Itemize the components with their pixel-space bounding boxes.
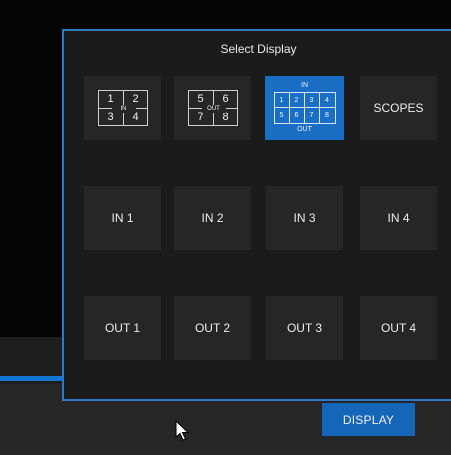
input-label: IN 4: [387, 211, 410, 225]
input-label: IN 3: [293, 211, 316, 225]
multiview-cell-label: 5: [275, 108, 290, 123]
multiview-top-label: IN: [301, 82, 308, 89]
quad-center-label: OUT: [201, 105, 226, 113]
input-label: IN 1: [111, 211, 134, 225]
output-2-button[interactable]: OUT 2: [174, 296, 251, 360]
output-1-button[interactable]: OUT 1: [84, 296, 161, 360]
multiview-all-eight-button[interactable]: IN 1 2 3 4 5 6 7 8 OUT: [265, 76, 344, 140]
multiview-cell-label: 4: [319, 93, 335, 108]
multiview-cell-label: 6: [290, 108, 305, 123]
quad-view-icon: 5 6 7 8 OUT: [187, 90, 238, 126]
scopes-label: SCOPES: [373, 101, 424, 115]
input-4-button[interactable]: IN 4: [360, 186, 437, 250]
multiview-cell-label: 3: [304, 93, 320, 108]
active-indicator-bar: [0, 376, 70, 381]
multiview-cell-label: 7: [305, 108, 320, 123]
display-button[interactable]: DISPLAY: [322, 403, 415, 436]
eight-view-icon: IN 1 2 3 4 5 6 7 8 OUT: [273, 82, 336, 134]
select-display-popup: Select Display 1 2 3 4 IN 5 6 7 8 OUT IN…: [62, 29, 451, 401]
input-label: IN 2: [201, 211, 224, 225]
multiview-cell-label: 2: [289, 93, 305, 108]
output-label: OUT 2: [194, 321, 231, 335]
input-3-button[interactable]: IN 3: [266, 186, 343, 250]
popup-title: Select Display: [220, 42, 297, 56]
output-label: OUT 1: [104, 321, 141, 335]
multiview-cell-label: 8: [325, 112, 329, 119]
multiview-cell-label: 1: [274, 93, 290, 108]
arrow-pointer-icon: [175, 420, 190, 441]
input-2-button[interactable]: IN 2: [174, 186, 251, 250]
scopes-button[interactable]: SCOPES: [360, 76, 437, 140]
multiview-bottom-label: OUT: [297, 126, 312, 133]
output-label: OUT 3: [286, 321, 323, 335]
quad-view-icon: 1 2 3 4 IN: [97, 90, 148, 126]
output-3-button[interactable]: OUT 3: [266, 296, 343, 360]
multiview-out-quad-button[interactable]: 5 6 7 8 OUT: [174, 76, 251, 140]
input-1-button[interactable]: IN 1: [84, 186, 161, 250]
output-4-button[interactable]: OUT 4: [360, 296, 437, 360]
multiview-in-quad-button[interactable]: 1 2 3 4 IN: [84, 76, 161, 140]
quad-center-label: IN: [111, 105, 136, 113]
output-label: OUT 4: [380, 321, 417, 335]
